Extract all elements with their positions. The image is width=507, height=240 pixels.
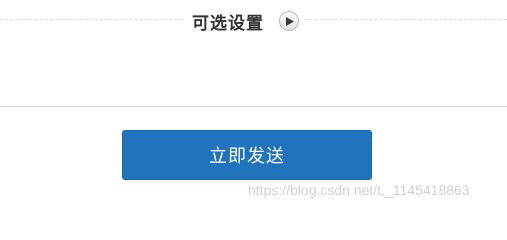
watermark-text: https://blog.csdn.net/L_1145418863 <box>248 182 470 198</box>
optional-settings-header: 可选设置 <box>184 6 305 36</box>
send-now-button[interactable]: 立即发送 <box>122 130 372 180</box>
section-title: 可选设置 <box>192 13 264 34</box>
expand-toggle-button[interactable] <box>279 11 299 31</box>
form-divider <box>0 106 507 107</box>
play-icon <box>286 16 294 26</box>
